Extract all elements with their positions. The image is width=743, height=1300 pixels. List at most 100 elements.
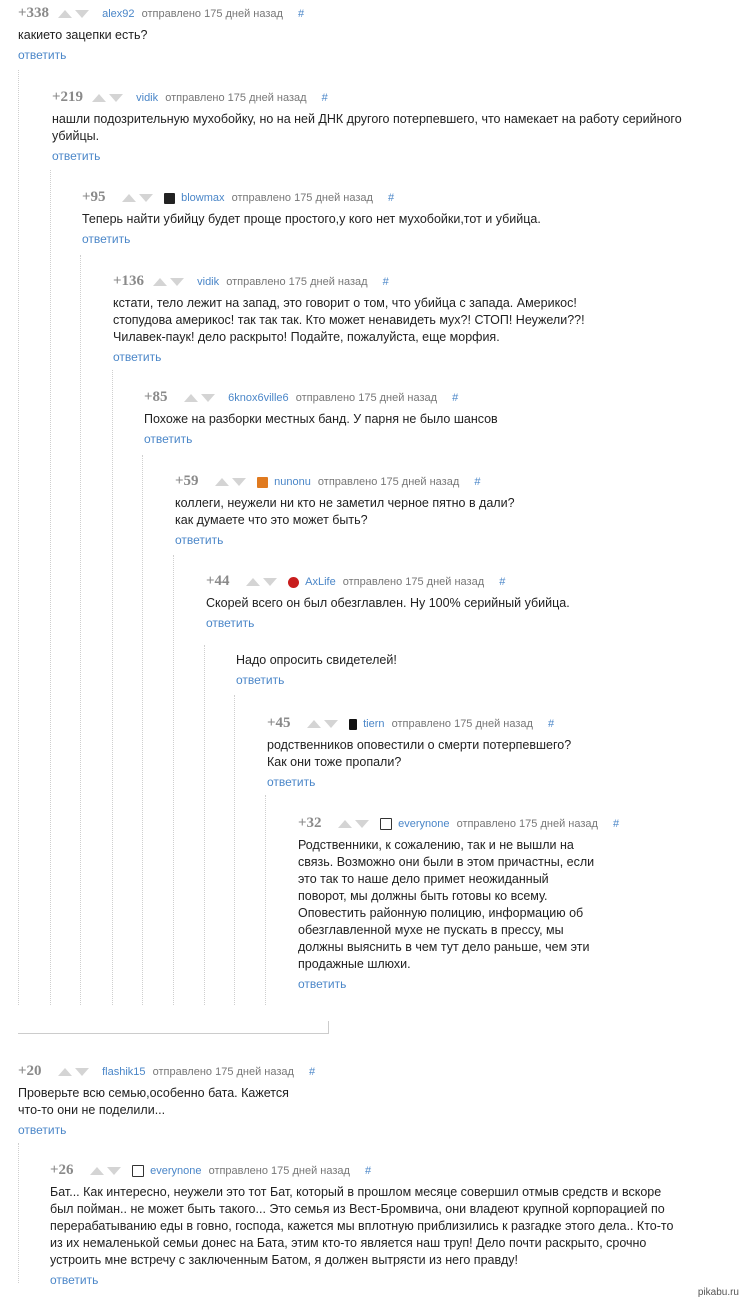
author-link[interactable]: AxLife (305, 576, 336, 588)
permalink[interactable]: # (365, 1165, 371, 1177)
reply-link[interactable]: ответить (52, 149, 100, 163)
avatar-face-icon (380, 818, 393, 831)
vote-down-icon[interactable] (201, 394, 216, 403)
reply-link[interactable]: ответить (113, 350, 161, 364)
vote-down-icon[interactable] (324, 720, 339, 729)
vote-down-icon[interactable] (139, 194, 154, 203)
comment-meta: +45 tiern отправлено 175 дней назад # (267, 714, 727, 732)
comment-rating: +26 (50, 1162, 74, 1178)
reply-link[interactable]: ответить (206, 616, 254, 630)
permalink[interactable]: # (452, 392, 458, 404)
permalink[interactable]: # (474, 476, 480, 488)
author-link[interactable]: tiern (363, 718, 384, 730)
comment: +26 everynone отправлено 175 дней назад … (50, 1161, 720, 1289)
vote-down-icon[interactable] (109, 94, 124, 103)
comment: +338 alex92 отправлено 175 дней назад # … (18, 4, 718, 64)
vote-up-icon[interactable] (90, 1167, 105, 1176)
permalink[interactable]: # (309, 1066, 315, 1078)
vote-down-icon[interactable] (263, 578, 278, 587)
permalink[interactable]: # (499, 576, 505, 588)
vote-up-icon[interactable] (58, 1068, 73, 1077)
thread-line (265, 795, 266, 1005)
author-link[interactable]: blowmax (181, 192, 224, 204)
vote-up-icon[interactable] (122, 194, 137, 203)
comment-text: какието зацепки есть? (18, 28, 148, 42)
avatar-orange-icon (257, 476, 269, 488)
comment-text: нашли подозрительную мухобойку, но на не… (52, 112, 682, 143)
comment: +219 vidik отправлено 175 дней назад # н… (52, 88, 732, 165)
comment-text: Скорей всего он был обезглавлен. Ну 100%… (206, 596, 570, 610)
comment-timestamp: отправлено 175 дней назад (152, 1066, 294, 1078)
reply-link[interactable]: ответить (236, 673, 284, 687)
vote-down-icon[interactable] (355, 820, 370, 829)
vote-up-icon[interactable] (338, 820, 353, 829)
reply-link[interactable]: ответить (18, 48, 66, 62)
comment-text: Похоже на разборки местных банд. У парня… (144, 412, 498, 426)
vote-up-icon[interactable] (215, 478, 230, 487)
comment-meta: +32 everynone отправлено 175 дней назад … (298, 814, 728, 832)
comment-text: Теперь найти убийцу будет проще простого… (82, 212, 541, 226)
author-link[interactable]: nunonu (274, 476, 311, 488)
thread-line (112, 370, 113, 1005)
comment: +45 tiern отправлено 175 дней назад # ро… (267, 714, 727, 791)
thread-line (142, 455, 143, 1005)
vote-up-icon[interactable] (307, 720, 322, 729)
comment-meta: +219 vidik отправлено 175 дней назад # (52, 88, 732, 106)
comment-text: кстати, тело лежит на запад, это говорит… (113, 296, 585, 344)
avatar-face-icon (132, 1165, 145, 1178)
vote-down-icon[interactable] (75, 10, 90, 19)
comment: +136 vidik отправлено 175 дней назад # к… (113, 272, 723, 366)
comment-rating: +32 (298, 815, 322, 831)
reply-link[interactable]: ответить (175, 533, 223, 547)
comment-rating: +59 (175, 473, 199, 489)
reply-link[interactable]: ответить (267, 775, 315, 789)
vote-down-icon[interactable] (107, 1167, 122, 1176)
permalink[interactable]: # (298, 8, 304, 20)
author-link[interactable]: vidik (197, 276, 219, 288)
vote-down-icon[interactable] (75, 1068, 90, 1077)
comment-timestamp: отправлено 175 дней назад (342, 576, 485, 588)
author-link[interactable]: vidik (136, 92, 158, 104)
permalink[interactable]: # (388, 192, 394, 204)
comment-meta: +20 flashik15 отправлено 175 дней назад … (18, 1062, 718, 1080)
permalink[interactable]: # (322, 92, 328, 104)
comment: +20 flashik15 отправлено 175 дней назад … (18, 1062, 718, 1139)
thread-line (80, 255, 81, 1005)
author-link[interactable]: flashik15 (102, 1066, 145, 1078)
thread-collapse-marker[interactable] (18, 1021, 329, 1034)
author-link[interactable]: alex92 (102, 8, 134, 20)
comment: +59 nunonu отправлено 175 дней назад # к… (175, 472, 725, 549)
vote-up-icon[interactable] (153, 278, 168, 287)
author-link[interactable]: everynone (150, 1165, 201, 1177)
permalink[interactable]: # (613, 818, 619, 830)
comment-rating: +95 (82, 189, 106, 205)
comment-meta: +59 nunonu отправлено 175 дней назад # (175, 472, 725, 490)
comment-timestamp: отправлено 175 дней назад (231, 192, 373, 204)
vote-up-icon[interactable] (92, 94, 107, 103)
comment-meta: +95 blowmax отправлено 175 дней назад # (82, 188, 722, 206)
reply-link[interactable]: ответить (298, 977, 346, 991)
reply-link[interactable]: ответить (18, 1123, 66, 1137)
comment-timestamp: отправлено 175 дней назад (226, 276, 368, 288)
author-link[interactable]: 6knox6ville6 (228, 392, 289, 404)
comment-timestamp: отправлено 175 дней назад (141, 8, 283, 20)
comment-rating: +338 (18, 5, 50, 21)
reply-link[interactable]: ответить (50, 1273, 98, 1287)
reply-link[interactable]: ответить (144, 432, 192, 446)
comment: +44 AxLife отправлено 175 дней назад # С… (206, 572, 726, 632)
vote-up-icon[interactable] (184, 394, 199, 403)
comment-meta: +85 6knox6ville6 отправлено 175 дней наз… (144, 388, 724, 406)
permalink[interactable]: # (548, 718, 554, 730)
reply-link[interactable]: ответить (82, 232, 130, 246)
vote-down-icon[interactable] (232, 478, 247, 487)
comment-timestamp: отправлено 175 дней назад (165, 92, 307, 104)
comment-timestamp: отправлено 175 дней назад (295, 392, 438, 404)
vote-up-icon[interactable] (58, 10, 73, 19)
vote-down-icon[interactable] (170, 278, 185, 287)
author-link[interactable]: everynone (398, 818, 449, 830)
comment-text: Проверьте всю семью,особенно бата. Кажет… (18, 1086, 289, 1117)
permalink[interactable]: # (383, 276, 389, 288)
comment-rating: +136 (113, 273, 145, 289)
comment-rating: +44 (206, 573, 230, 589)
vote-up-icon[interactable] (246, 578, 261, 587)
